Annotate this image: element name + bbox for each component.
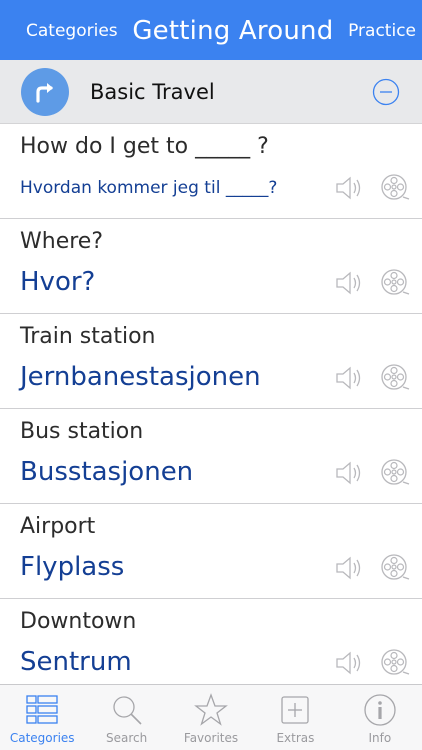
- phrase-row[interactable]: Airport Flyplass: [0, 504, 422, 599]
- tab-bar: Categories Search Favorites Extras Info: [0, 684, 422, 750]
- phrase-norwegian: Sentrum: [20, 647, 132, 677]
- phrase-norwegian: Hvordan kommer jeg til _____?: [20, 178, 278, 198]
- record-button[interactable]: [379, 552, 411, 584]
- film-reel-icon: [381, 269, 410, 295]
- phrase-norwegian: Jernbanestasjonen: [20, 362, 261, 392]
- play-audio-button[interactable]: [334, 174, 364, 202]
- speaker-icon: [336, 556, 361, 580]
- list-icon: [26, 695, 58, 724]
- tab-search[interactable]: Search: [84, 685, 168, 750]
- play-audio-button[interactable]: [334, 269, 364, 297]
- phrase-row[interactable]: Where? Hvor?: [0, 219, 422, 314]
- phrase-list: How do I get to _____ ? Hvordan kommer j…: [0, 124, 422, 684]
- navigation-bar: Categories Getting Around Practice: [0, 0, 422, 60]
- phrase-row[interactable]: Downtown Sentrum: [0, 599, 422, 684]
- phrase-english: How do I get to _____ ?: [20, 134, 269, 159]
- phrase-english: Downtown: [20, 609, 137, 634]
- record-button[interactable]: [379, 647, 411, 679]
- record-button[interactable]: [379, 362, 411, 394]
- phrase-norwegian: Busstasjonen: [20, 457, 194, 487]
- phrase-row[interactable]: Bus station Busstasjonen: [0, 409, 422, 504]
- film-reel-icon: [381, 459, 410, 485]
- record-button[interactable]: [379, 267, 411, 299]
- phrase-english: Where?: [20, 229, 104, 254]
- play-audio-button[interactable]: [334, 459, 364, 487]
- play-audio-button[interactable]: [334, 364, 364, 392]
- categories-back-button[interactable]: Categories: [26, 19, 118, 41]
- tab-label: Extras: [276, 731, 315, 745]
- play-audio-button[interactable]: [334, 554, 364, 582]
- speaker-icon: [336, 366, 361, 390]
- section-title: Basic Travel: [90, 79, 215, 104]
- speaker-icon: [336, 271, 361, 295]
- minus-circle-icon: [372, 78, 400, 106]
- phrase-english: Train station: [20, 324, 156, 349]
- phrase-english: Airport: [20, 514, 96, 539]
- tab-categories[interactable]: Categories: [0, 685, 84, 750]
- collapse-section-button[interactable]: [372, 78, 400, 106]
- practice-button[interactable]: Practice: [348, 19, 416, 41]
- speaker-icon: [336, 461, 361, 485]
- phrase-norwegian: Flyplass: [20, 552, 125, 582]
- tab-extras[interactable]: Extras: [253, 685, 337, 750]
- tab-label: Categories: [9, 731, 75, 745]
- film-reel-icon: [381, 174, 410, 200]
- star-icon: [194, 693, 228, 726]
- info-icon: [364, 694, 396, 726]
- film-reel-icon: [381, 364, 410, 390]
- tab-label: Info: [368, 731, 392, 745]
- turn-right-arrow-icon: [21, 67, 69, 116]
- page-title: Getting Around: [132, 16, 334, 46]
- speaker-icon: [336, 176, 361, 200]
- section-header[interactable]: Basic Travel: [0, 60, 422, 124]
- tab-label: Favorites: [183, 731, 239, 745]
- plus-box-icon: [281, 696, 310, 724]
- record-button[interactable]: [379, 457, 411, 489]
- tab-label: Search: [105, 731, 148, 745]
- tab-favorites[interactable]: Favorites: [169, 685, 253, 750]
- record-button[interactable]: [379, 172, 411, 204]
- tab-info[interactable]: Info: [338, 685, 422, 750]
- phrase-english: Bus station: [20, 419, 144, 444]
- phrase-norwegian: Hvor?: [20, 267, 96, 297]
- speaker-icon: [336, 651, 361, 675]
- phrase-row[interactable]: How do I get to _____ ? Hvordan kommer j…: [0, 124, 422, 219]
- search-icon: [112, 696, 142, 725]
- phrase-row[interactable]: Train station Jernbanestasjonen: [0, 314, 422, 409]
- play-audio-button[interactable]: [334, 649, 364, 677]
- film-reel-icon: [381, 554, 410, 580]
- film-reel-icon: [381, 649, 410, 675]
